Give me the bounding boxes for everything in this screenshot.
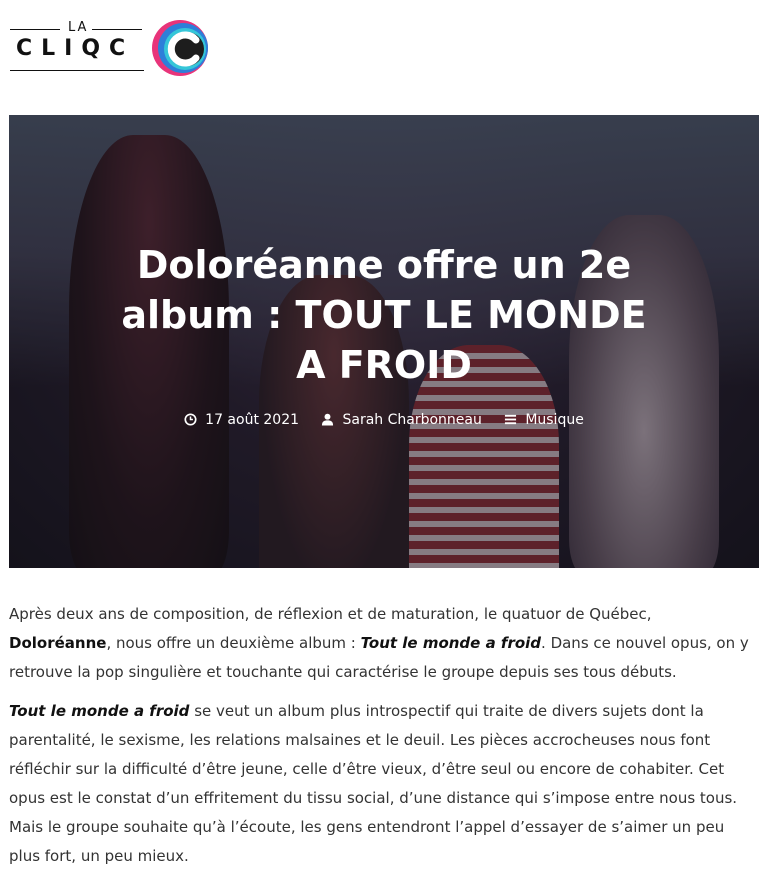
logo-top-text: LA <box>68 20 89 35</box>
paragraph-text: , nous offre un deuxième album : <box>106 634 361 652</box>
clock-icon <box>184 413 197 426</box>
paragraph-text: se veut un album plus introspectif qui t… <box>9 702 738 865</box>
article-meta: 17 août 2021 Sarah Charbonneau Musique <box>9 412 759 428</box>
album-title: Tout le monde a froid <box>360 634 542 652</box>
article-category[interactable]: Musique <box>504 412 584 428</box>
article-date-text: 17 août 2021 <box>205 412 300 428</box>
logo-c-mark-icon <box>152 20 208 76</box>
article-body: Après deux ans de composition, de réflex… <box>9 600 754 881</box>
site-logo[interactable]: LA CLIQC <box>10 18 210 78</box>
logo-divider <box>10 70 144 71</box>
menu-icon <box>505 414 517 425</box>
paragraph-text: Après deux ans de composition, de réflex… <box>9 605 652 623</box>
user-icon <box>322 413 334 426</box>
article-paragraph: Après deux ans de composition, de réflex… <box>9 600 754 687</box>
article-paragraph: Tout le monde a froid se veut un album p… <box>9 697 754 871</box>
article-author[interactable]: Sarah Charbonneau <box>321 412 482 428</box>
site-header: LA CLIQC <box>0 0 767 115</box>
article-title: Doloréanne offre un 2e album : TOUT LE M… <box>121 243 647 387</box>
hero-banner: Doloréanne offre un 2e album : TOUT LE M… <box>9 115 759 568</box>
logo-divider <box>92 29 142 30</box>
album-title: Tout le monde a froid <box>9 702 190 720</box>
band-name: Doloréanne <box>9 634 107 652</box>
logo-divider <box>10 29 60 30</box>
logo-main-text: CLIQC <box>16 36 135 61</box>
article-category-text: Musique <box>525 412 584 428</box>
article-date: 17 août 2021 <box>184 412 299 428</box>
article-author-text: Sarah Charbonneau <box>342 412 482 428</box>
